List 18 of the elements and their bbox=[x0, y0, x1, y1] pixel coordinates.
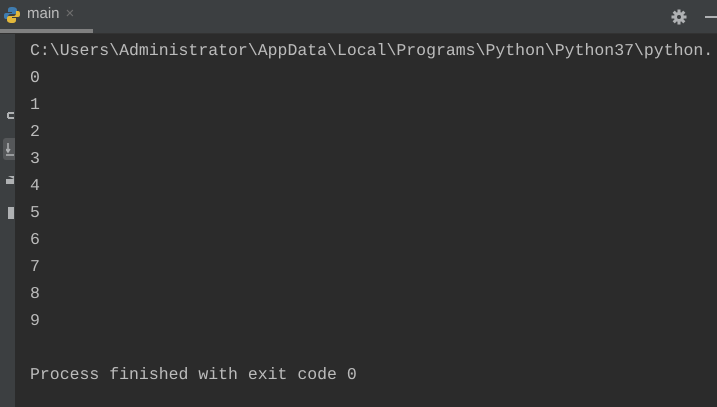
console-line: 0 bbox=[30, 67, 41, 89]
console-line: 4 bbox=[30, 175, 41, 197]
console-line: 1 bbox=[30, 94, 41, 116]
console-line: 9 bbox=[30, 310, 41, 332]
tab-label: main bbox=[27, 4, 60, 24]
console-line: 3 bbox=[30, 148, 41, 170]
scroll-to-end-icon[interactable] bbox=[3, 138, 15, 160]
console-line: 8 bbox=[30, 283, 41, 305]
run-tab[interactable]: main × bbox=[0, 0, 93, 33]
python-icon bbox=[3, 6, 21, 24]
console-line: 2 bbox=[30, 121, 41, 143]
console-line: 6 bbox=[30, 229, 41, 251]
settings-icon[interactable] bbox=[671, 8, 687, 24]
console-line: C:\Users\Administrator\AppData\Local\Programs\Python\Python37\python. bbox=[30, 40, 714, 62]
console-line: 5 bbox=[30, 202, 41, 224]
console-line: Process finished with exit code 0 bbox=[30, 364, 358, 386]
console-line: 7 bbox=[30, 256, 41, 278]
minimize-icon[interactable] bbox=[705, 16, 717, 18]
